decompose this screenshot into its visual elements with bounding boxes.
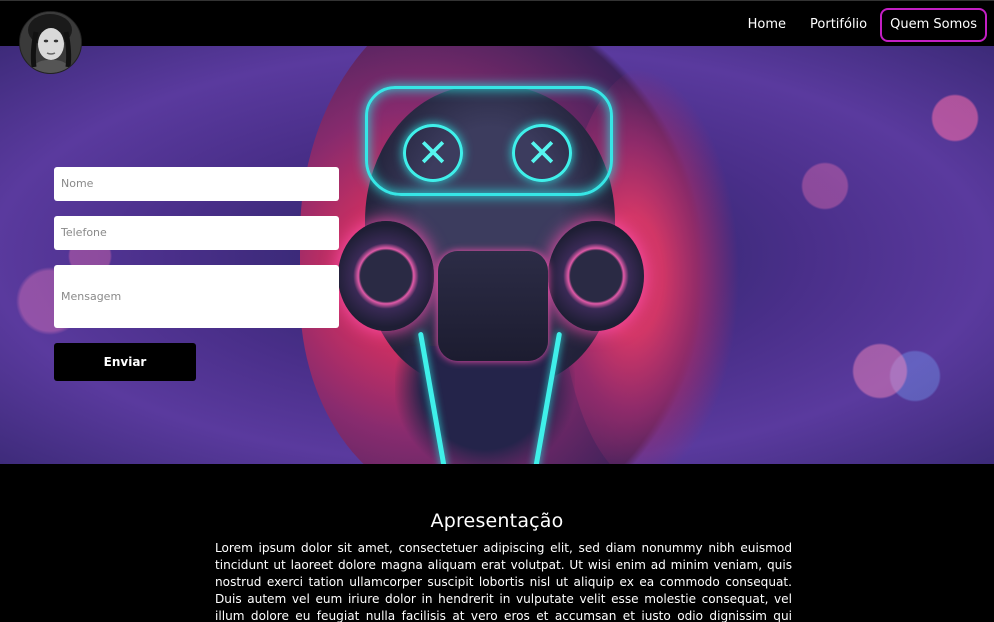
message-placeholder: Mensagem xyxy=(61,290,122,303)
gas-mask-icon xyxy=(338,221,644,361)
main-nav: Home Portifólio Quem Somos xyxy=(736,8,987,42)
nav-about-link[interactable]: Quem Somos xyxy=(880,8,987,42)
submit-button[interactable]: Enviar xyxy=(54,343,196,381)
right-lens-x-icon: ✕ xyxy=(512,124,572,182)
avatar-portrait-icon xyxy=(20,12,81,73)
top-navbar: Home Portifólio Quem Somos xyxy=(0,0,994,46)
visor-icon xyxy=(365,86,613,196)
phone-placeholder: Telefone xyxy=(61,226,107,239)
name-input[interactable]: Nome xyxy=(54,167,339,201)
message-textarea[interactable]: Mensagem xyxy=(54,265,339,328)
about-text: Lorem ipsum dolor sit amet, consectetuer… xyxy=(215,541,792,622)
profile-avatar[interactable] xyxy=(19,11,82,74)
phone-input[interactable]: Telefone xyxy=(54,216,339,250)
about-title: Apresentação xyxy=(430,509,564,532)
name-placeholder: Nome xyxy=(61,177,94,190)
hero-banner: ✕ ✕ Nome Telefone Mensagem Enviar xyxy=(0,46,994,464)
page: Home Portifólio Quem Somos ✕ ✕ Nome Tele… xyxy=(0,0,994,622)
nav-home-link[interactable]: Home xyxy=(736,9,798,41)
nav-portfolio-link[interactable]: Portifólio xyxy=(798,9,879,41)
left-lens-x-icon: ✕ xyxy=(403,124,463,182)
